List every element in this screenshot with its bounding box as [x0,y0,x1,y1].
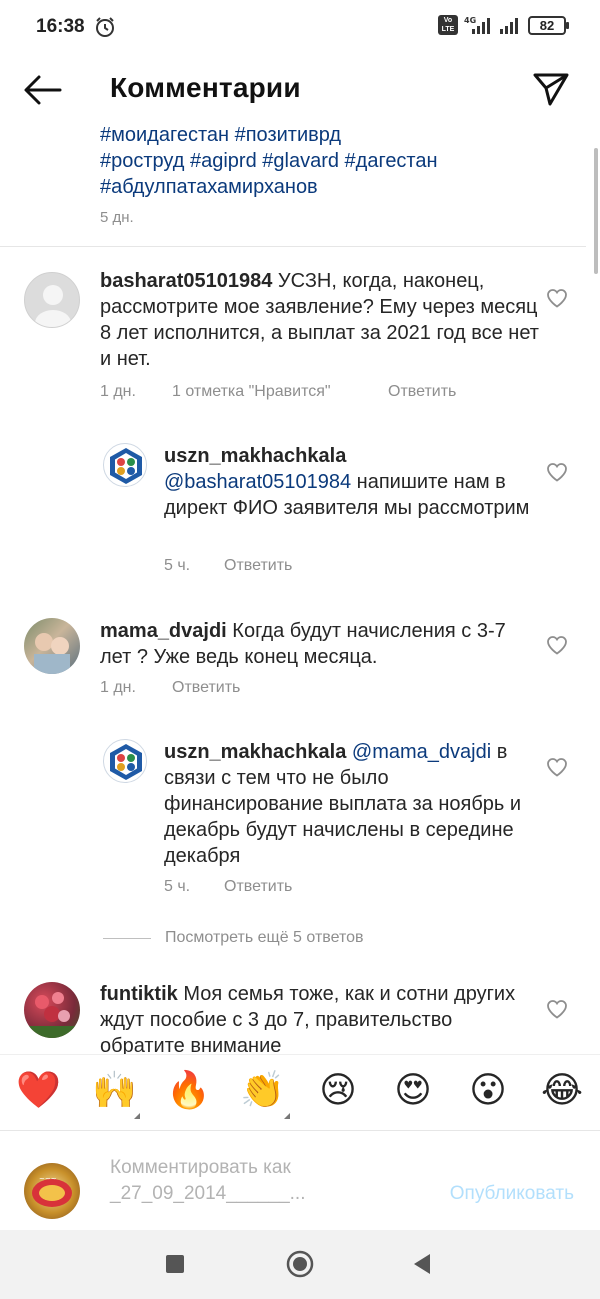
comment-input-placeholder-username: _27_09_2014______... [110,1183,306,1204]
comment-text: funtiktik Моя семья тоже, как и сотни др… [100,981,520,1054]
astonished-face-emoji-icon[interactable]: 😮 [466,1069,510,1113]
flowers-photo-icon [24,992,80,1038]
comment-input-placeholder: Комментировать как [110,1157,291,1178]
svg-text:~~~: ~~~ [39,1175,57,1183]
own-avatar-photo-icon: ~~~ [32,1175,72,1207]
skin-tone-indicator [284,1113,290,1119]
raising-hands-emoji-icon[interactable]: 🙌 [92,1069,137,1113]
publish-button[interactable]: Опубликовать [450,1183,574,1205]
recents-button[interactable] [166,1255,184,1273]
system-nav-bar [0,1230,600,1299]
like-heart-icon[interactable] [546,999,568,1019]
red-heart-emoji-icon[interactable]: ❤️ [16,1069,61,1113]
home-circle-icon[interactable] [286,1250,314,1278]
comment-item: funtiktik Моя семья тоже, как и сотни др… [0,0,600,1054]
own-avatar: ~~~ [24,1163,80,1219]
avatar[interactable] [24,982,80,1038]
quick-emoji-bar: ❤️ 🙌 🔥 👏 😢 😍 😮 😂 [0,1054,600,1130]
comment-composer: ~~~ Комментировать как _27_09_2014______… [0,1130,600,1230]
skin-tone-indicator [134,1113,140,1119]
back-triangle-icon[interactable] [412,1252,432,1276]
tears-of-joy-emoji-icon[interactable]: 😂 [540,1069,584,1113]
clapping-hands-emoji-icon[interactable]: 👏 [240,1069,285,1113]
fire-emoji-icon[interactable]: 🔥 [166,1069,211,1113]
comment-username[interactable]: funtiktik [100,983,178,1005]
heart-eyes-emoji-icon[interactable]: 😍 [391,1069,435,1113]
comment-input[interactable]: Комментировать как _27_09_2014______... [110,1155,410,1207]
crying-face-emoji-icon[interactable]: 😢 [316,1069,360,1113]
